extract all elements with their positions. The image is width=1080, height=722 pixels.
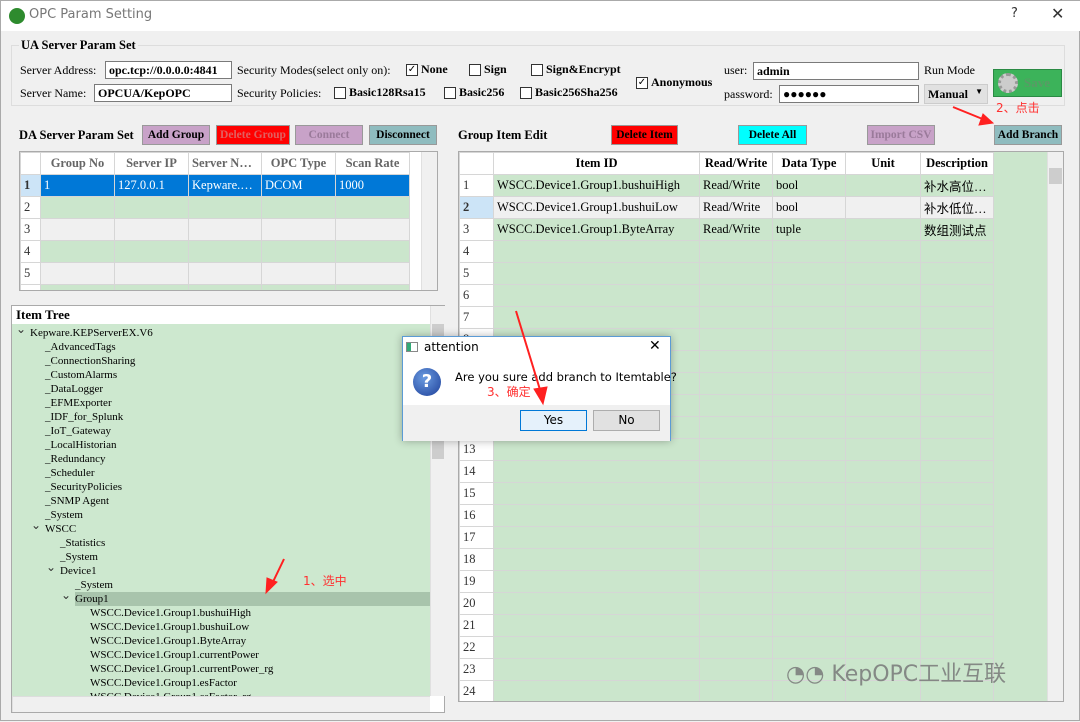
annotation-step2: 2、点击 <box>996 101 1040 115</box>
arrow-step2-icon <box>952 106 986 121</box>
annotation-arrows <box>265 106 995 595</box>
watermark-text: KepOPC工业互联 <box>831 662 1007 687</box>
annotation-step1: 1、选中 <box>303 574 347 588</box>
wechat-icon: ◔◔ <box>786 662 832 687</box>
arrow-step3-icon <box>515 310 542 394</box>
arrow-head-icon <box>265 577 278 595</box>
watermark: ◔◔ KepOPC工业互联 <box>786 656 1006 688</box>
arrow-head-icon <box>978 113 995 126</box>
arrow-head-icon <box>533 386 548 406</box>
annotation-step3: 3、确定 <box>487 385 531 399</box>
